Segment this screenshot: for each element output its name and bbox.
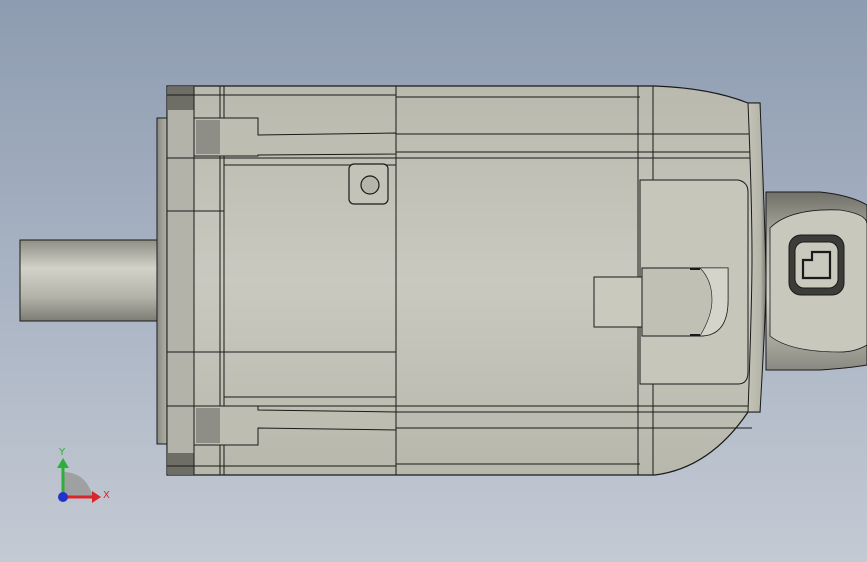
- servo-motor-model[interactable]: Y X: [0, 0, 867, 562]
- cable-boss-base: [593, 276, 645, 328]
- rib-shadow: [196, 120, 220, 154]
- flange-shadow-top: [168, 87, 194, 110]
- rib-shadow: [196, 408, 220, 443]
- front-flange-band: [166, 85, 195, 476]
- ground-screw: [360, 175, 380, 195]
- y-axis-arrowhead: [57, 458, 69, 468]
- z-axis-dot: [58, 492, 68, 502]
- coordinate-triad: Y X: [57, 447, 110, 503]
- connector-socket-inner: [794, 241, 839, 289]
- triad-plane: [63, 472, 93, 497]
- output-shaft: [19, 239, 161, 322]
- x-axis-arrowhead: [92, 491, 101, 503]
- x-axis-label: X: [103, 490, 110, 501]
- y-axis-label: Y: [58, 447, 66, 458]
- flange-shadow-bottom: [168, 453, 194, 474]
- cad-viewport[interactable]: Y X: [0, 0, 867, 562]
